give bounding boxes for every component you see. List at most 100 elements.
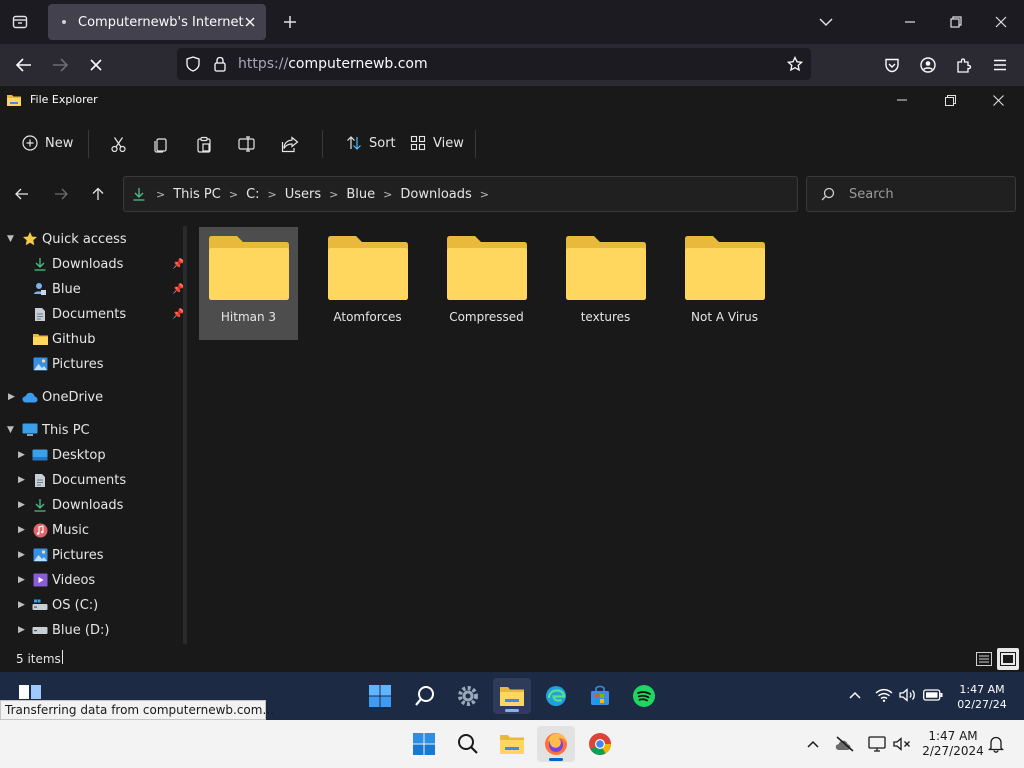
tracking-protection-shield-icon[interactable]: [183, 54, 203, 74]
rename-button[interactable]: [238, 134, 258, 154]
forward-arrow-icon[interactable]: [48, 53, 72, 77]
search-box[interactable]: Search: [806, 176, 1016, 212]
collapsed-chevron-icon[interactable]: ▶: [8, 392, 15, 402]
window-close-icon[interactable]: [989, 10, 1013, 34]
host-start-button[interactable]: [405, 726, 443, 762]
pocket-icon[interactable]: [880, 53, 904, 77]
sidebar-item-pictures-quick[interactable]: Pictures: [0, 352, 186, 376]
stop-loading-icon[interactable]: [84, 53, 108, 77]
collapsed-chevron-icon[interactable]: ▶: [18, 525, 25, 535]
volume-muted-icon[interactable]: [891, 734, 913, 754]
host-search-button[interactable]: [449, 726, 487, 762]
explorer-close-icon[interactable]: [988, 90, 1008, 110]
sidebar-item-music[interactable]: ▶ Music: [0, 518, 186, 542]
folder-compressed[interactable]: Compressed: [437, 227, 536, 340]
collapsed-chevron-icon[interactable]: ▶: [18, 500, 25, 510]
sidebar-item-downloads[interactable]: ▶ Downloads: [0, 493, 186, 517]
url-host: computernewb.com: [288, 56, 428, 72]
large-icons-view-button[interactable]: [997, 648, 1019, 670]
host-file-explorer-app[interactable]: [493, 726, 531, 762]
host-firefox-app[interactable]: [537, 726, 575, 762]
remote-edge-app[interactable]: [537, 678, 575, 714]
show-hidden-icons-chevron-icon[interactable]: [846, 686, 864, 704]
tab-close-icon[interactable]: [240, 12, 260, 32]
collapsed-chevron-icon[interactable]: ▶: [18, 575, 25, 585]
list-all-tabs-chevron-icon[interactable]: [814, 10, 838, 34]
remote-spotify-app[interactable]: [625, 678, 663, 714]
remote-search-button[interactable]: [406, 678, 444, 714]
remote-settings-app[interactable]: [449, 678, 487, 714]
breadcrumb-this-pc[interactable]: This PC: [173, 187, 221, 202]
sidebar-onedrive[interactable]: ▶ OneDrive: [0, 385, 186, 409]
collapsed-chevron-icon[interactable]: ▶: [18, 450, 25, 460]
cut-button[interactable]: [110, 134, 130, 154]
sidebar-item-blue-pinned[interactable]: Blue 📌: [0, 277, 186, 301]
expanded-chevron-icon[interactable]: ▼: [7, 425, 14, 435]
sidebar-label: Videos: [52, 572, 96, 588]
navigation-pane-scrollbar[interactable]: [183, 226, 187, 644]
share-button[interactable]: [281, 134, 301, 154]
host-chrome-app[interactable]: [581, 726, 619, 762]
explorer-back-arrow-icon[interactable]: [12, 184, 32, 204]
sidebar-item-blue-d[interactable]: ▶ Blue (D:): [0, 618, 186, 642]
explorer-minimize-icon[interactable]: [892, 90, 912, 110]
collapsed-chevron-icon[interactable]: ▶: [18, 625, 25, 635]
explorer-restore-icon[interactable]: [940, 90, 960, 110]
new-tab-plus-icon[interactable]: [278, 10, 302, 34]
breadcrumb-blue[interactable]: Blue: [346, 187, 375, 202]
folder-hitman-3[interactable]: Hitman 3: [199, 227, 298, 340]
volume-speaker-icon[interactable]: [898, 686, 918, 704]
address-bar[interactable]: > This PC > C: > Users > Blue > Download…: [123, 176, 798, 212]
details-view-button[interactable]: [973, 648, 995, 670]
wifi-icon[interactable]: [874, 686, 894, 704]
show-hidden-icons-chevron-icon[interactable]: [804, 735, 822, 753]
host-clock[interactable]: 1:47 AM 2/27/2024: [920, 729, 986, 759]
collapsed-chevron-icon[interactable]: ▶: [18, 600, 25, 610]
remote-start-button[interactable]: [361, 678, 399, 714]
explorer-forward-arrow-icon[interactable]: [51, 184, 71, 204]
remote-file-explorer-app[interactable]: [493, 678, 531, 714]
sidebar-quick-access[interactable]: ▼ Quick access: [0, 227, 186, 251]
copy-button[interactable]: [153, 134, 173, 154]
explorer-up-arrow-icon[interactable]: [88, 184, 108, 204]
remote-store-app[interactable]: [581, 678, 619, 714]
remote-clock[interactable]: 1:47 AM 02/27/24: [952, 682, 1012, 712]
paste-button[interactable]: [196, 134, 216, 154]
sidebar-item-pictures[interactable]: ▶ Pictures: [0, 543, 186, 567]
network-disconnected-icon[interactable]: [834, 734, 856, 754]
sidebar-item-documents-pinned[interactable]: Documents 📌: [0, 302, 186, 326]
back-arrow-icon[interactable]: [12, 53, 36, 77]
url-bar[interactable]: https://computernewb.com: [177, 48, 811, 80]
collapsed-chevron-icon[interactable]: ▶: [18, 475, 25, 485]
folder-atomforces[interactable]: Atomforces: [318, 227, 417, 340]
sidebar-item-os-c[interactable]: ▶ OS (C:): [0, 593, 186, 617]
sidebar-item-github[interactable]: Github: [0, 327, 186, 351]
sidebar-item-desktop[interactable]: ▶ Desktop: [0, 443, 186, 467]
lock-icon[interactable]: [210, 54, 230, 74]
bookmark-star-icon[interactable]: [785, 54, 805, 74]
battery-icon[interactable]: [922, 686, 944, 704]
window-restore-icon[interactable]: [944, 10, 968, 34]
sidebar-this-pc[interactable]: ▼ This PC: [0, 418, 186, 442]
hamburger-menu-icon[interactable]: [988, 53, 1012, 77]
folder-not-a-virus[interactable]: Not A Virus: [675, 227, 774, 340]
breadcrumb-users[interactable]: Users: [285, 187, 321, 202]
sidebar-item-videos[interactable]: ▶ Videos: [0, 568, 186, 592]
breadcrumb-c-drive[interactable]: C:: [246, 187, 259, 202]
monitor-display-icon[interactable]: [866, 734, 888, 754]
notification-bell-icon[interactable]: [986, 734, 1006, 754]
breadcrumb-downloads[interactable]: Downloads: [400, 187, 471, 202]
window-minimize-icon[interactable]: [898, 10, 922, 34]
sort-button[interactable]: Sort: [346, 135, 396, 151]
folder-textures[interactable]: textures: [556, 227, 655, 340]
sidebar-item-downloads-pinned[interactable]: Downloads 📌: [0, 252, 186, 276]
collapsed-chevron-icon[interactable]: ▶: [18, 550, 25, 560]
sidebar-item-documents[interactable]: ▶ Documents: [0, 468, 186, 492]
new-button[interactable]: New: [22, 135, 73, 151]
account-icon[interactable]: [916, 53, 940, 77]
browser-tab-active[interactable]: Computernewb's Internet Pub I: [48, 4, 266, 40]
extensions-puzzle-icon[interactable]: [952, 53, 976, 77]
view-button[interactable]: View: [410, 135, 464, 151]
expanded-chevron-icon[interactable]: ▼: [7, 234, 14, 244]
firefox-view-icon[interactable]: [8, 10, 32, 34]
